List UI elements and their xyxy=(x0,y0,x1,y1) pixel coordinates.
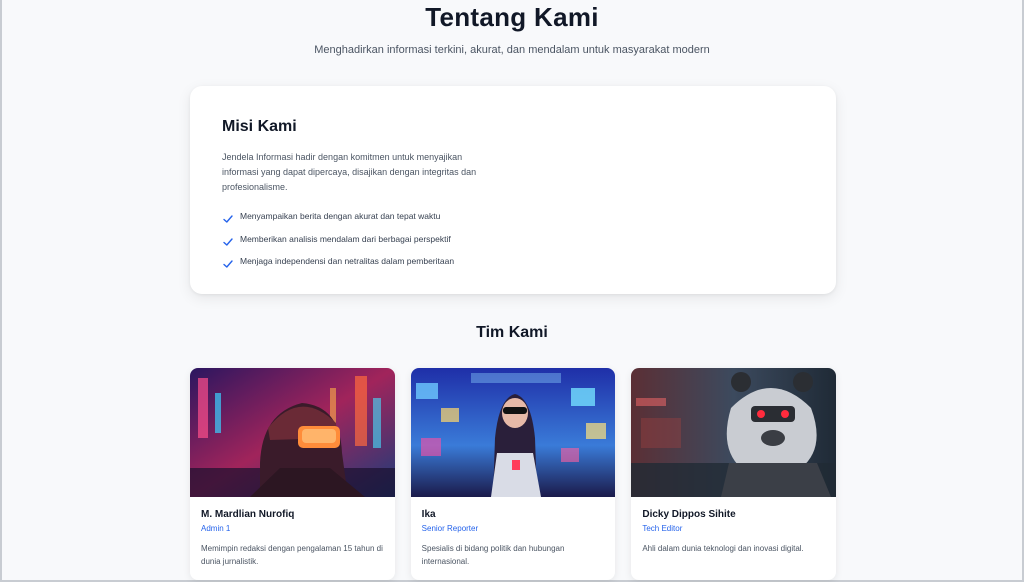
member-photo xyxy=(410,368,616,497)
mission-card: Misi Kami Jendela Informasi hadir dengan… xyxy=(190,86,836,294)
member-name: Ika xyxy=(421,509,436,520)
checkmark-icon xyxy=(223,260,233,268)
member-photo xyxy=(190,368,395,497)
mission-item: Menyampaikan berita dengan akurat dan te… xyxy=(222,205,804,228)
member-info: M. Mardlian Nurofiq Admin 1 Memimpin red… xyxy=(190,497,395,580)
member-name: Dicky Dippos Sihite xyxy=(642,509,736,520)
mission-title: Misi Kami xyxy=(222,118,297,135)
mission-item-text: Memberikan analisis mendalam dari berbag… xyxy=(240,233,451,244)
mission-item-text: Menyampaikan berita dengan akurat dan te… xyxy=(240,211,441,222)
member-name: M. Mardlian Nurofiq xyxy=(201,509,295,520)
mission-item: Menjaga independensi dan netralitas dala… xyxy=(222,250,804,273)
checkmark-icon xyxy=(223,238,233,246)
member-bio: Spesialis di bidang politik dan hubungan… xyxy=(421,544,565,566)
member-photo xyxy=(631,368,837,497)
checkmark-icon xyxy=(223,215,233,223)
member-role: Senior Reporter xyxy=(421,524,479,533)
hero-section: Tentang Kami Menghadirkan informasi terk… xyxy=(0,0,1024,56)
mission-item-text: Menjaga independensi dan netralitas dala… xyxy=(240,256,455,267)
team-card[interactable]: Dicky Dippos Sihite Tech Editor Ahli dal… xyxy=(631,368,837,580)
page-subtitle: Menghadirkan informasi terkini, akurat, … xyxy=(314,44,710,56)
team-cards: M. Mardlian Nurofiq Admin 1 Memimpin red… xyxy=(190,368,837,580)
team-card[interactable]: M. Mardlian Nurofiq Admin 1 Memimpin red… xyxy=(190,368,395,580)
member-info: Dicky Dippos Sihite Tech Editor Ahli dal… xyxy=(631,497,836,567)
mission-list: Menyampaikan berita dengan akurat dan te… xyxy=(222,205,804,273)
member-info: Ika Senior Reporter Spesialis di bidang … xyxy=(411,497,616,580)
member-bio: Memimpin redaksi dengan pengalaman 15 ta… xyxy=(201,544,383,566)
team-card[interactable]: Ika Senior Reporter Spesialis di bidang … xyxy=(410,368,616,580)
member-role: Admin 1 xyxy=(201,524,231,533)
mission-description: Jendela Informasi hadir dengan komitmen … xyxy=(222,152,477,192)
member-bio: Ahli dalam dunia teknologi dan inovasi d… xyxy=(642,544,804,553)
page-title: Tentang Kami xyxy=(425,2,599,32)
team-title: Tim Kami xyxy=(476,324,548,341)
mission-item: Memberikan analisis mendalam dari berbag… xyxy=(222,228,804,251)
member-role: Tech Editor xyxy=(642,524,683,533)
